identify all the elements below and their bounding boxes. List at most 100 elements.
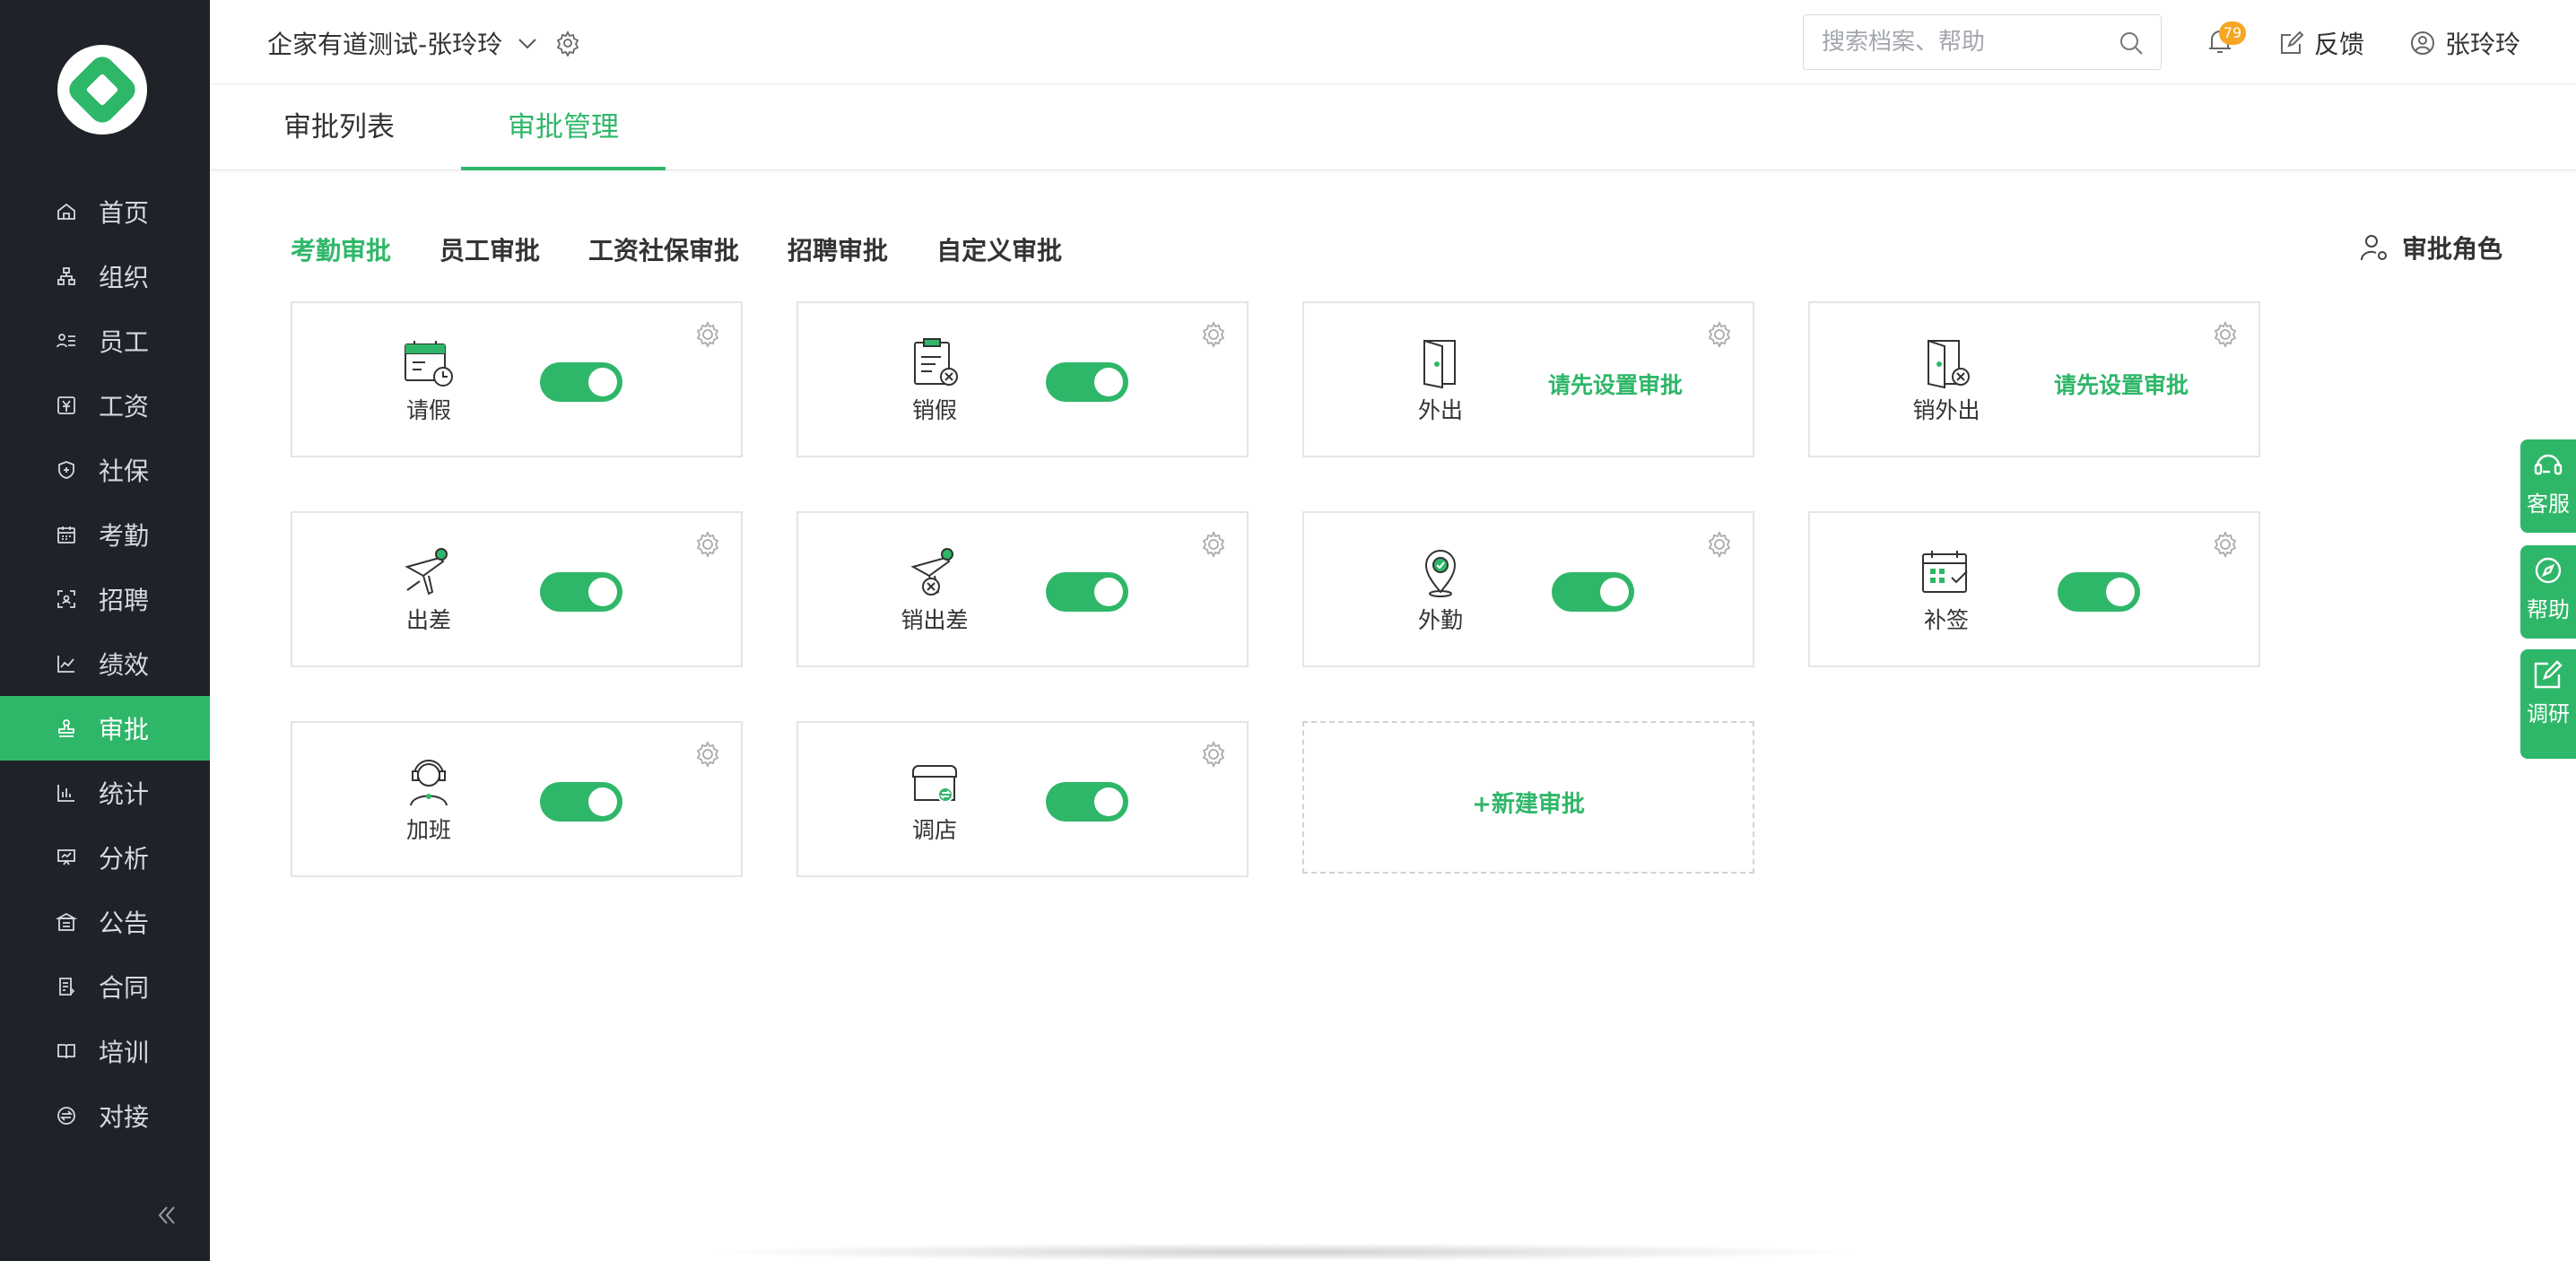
user-name: 张玲玲 bbox=[2445, 30, 2521, 59]
subtab-recruit[interactable]: 招聘审批 bbox=[788, 231, 888, 267]
approval-card-leave: 请假 bbox=[291, 301, 743, 457]
sidebar-item-org[interactable]: 组织 bbox=[0, 244, 210, 309]
door-out-icon bbox=[1414, 335, 1467, 389]
sidebar-item-label: 对接 bbox=[99, 1102, 150, 1132]
approval-category-tabs: 考勤审批 员工审批 工资社保审批 招聘审批 自定义审批 bbox=[291, 231, 1110, 267]
collapse-sidebar-icon[interactable] bbox=[151, 1200, 181, 1231]
new-approval-button[interactable]: +新建审批 bbox=[1302, 721, 1754, 874]
approval-card-label: 销假 bbox=[911, 397, 957, 423]
help-button[interactable]: 帮助 bbox=[2520, 545, 2576, 639]
stamp-icon bbox=[56, 717, 77, 739]
chevron-down-icon[interactable] bbox=[515, 30, 540, 56]
sidebar-item-employee[interactable]: 员工 bbox=[0, 309, 210, 373]
customer-service-button[interactable]: 客服 bbox=[2520, 439, 2576, 533]
user-icon bbox=[2411, 31, 2434, 55]
subtab-salary-social[interactable]: 工资社保审批 bbox=[588, 231, 739, 267]
approval-card-cancel-leave: 销假 bbox=[796, 301, 1249, 457]
survey-button[interactable]: 调研 bbox=[2520, 649, 2576, 759]
approval-card-label: 补签 bbox=[1923, 607, 1969, 633]
sidebar: 首页 组织 员工 工资 社保 考勤 招聘 绩效 审批 统计 分析 公告 合同 培… bbox=[0, 0, 210, 1261]
approval-card-cancel-out: 销外出 请先设置审批 bbox=[1808, 301, 2260, 457]
page-tabs: 审批列表 审批管理 bbox=[210, 84, 2576, 170]
field-work-toggle-switch[interactable] bbox=[1552, 572, 1634, 612]
feedback-button[interactable]: 反馈 bbox=[2278, 25, 2364, 61]
approval-card-label: 调店 bbox=[911, 817, 957, 843]
sidebar-item-shop[interactable]: 商城 bbox=[0, 1148, 210, 1166]
card-settings-gear-icon[interactable] bbox=[1704, 319, 1735, 350]
approval-card-label: 销出差 bbox=[901, 607, 969, 633]
sidebar-item-label: 员工 bbox=[99, 327, 150, 357]
sidebar-item-performance[interactable]: 绩效 bbox=[0, 631, 210, 696]
approval-roles-button[interactable]: 审批角色 bbox=[2359, 230, 2502, 265]
calendar-icon bbox=[56, 524, 77, 545]
store-transfer-icon bbox=[908, 755, 962, 809]
sidebar-item-approval[interactable]: 审批 bbox=[0, 696, 210, 761]
search-box[interactable] bbox=[1803, 14, 2162, 70]
exchange-icon bbox=[56, 1105, 77, 1126]
approval-card-label: 外出 bbox=[1417, 397, 1463, 423]
sidebar-item-recruit[interactable]: 招聘 bbox=[0, 567, 210, 631]
sidebar-item-attendance[interactable]: 考勤 bbox=[0, 502, 210, 567]
transfer-store-toggle-switch[interactable] bbox=[1046, 782, 1128, 822]
subtab-employee[interactable]: 员工审批 bbox=[439, 231, 540, 267]
company-settings-gear-icon[interactable] bbox=[554, 30, 581, 58]
sidebar-item-statistics[interactable]: 统计 bbox=[0, 761, 210, 825]
app-logo[interactable] bbox=[57, 45, 147, 135]
sidebar-item-contract[interactable]: 合同 bbox=[0, 954, 210, 1019]
tab-approval-manage[interactable]: 审批管理 bbox=[461, 84, 666, 170]
sidebar-item-social[interactable]: 社保 bbox=[0, 438, 210, 502]
card-settings-gear-icon[interactable] bbox=[2210, 529, 2241, 560]
set-approval-first-link[interactable]: 请先设置审批 bbox=[1548, 368, 1683, 400]
approval-card-label: 出差 bbox=[405, 607, 451, 633]
cancel-leave-toggle-switch[interactable] bbox=[1046, 362, 1128, 402]
sidebar-item-home[interactable]: 首页 bbox=[0, 179, 210, 244]
contract-icon bbox=[56, 976, 77, 997]
sidebar-item-salary[interactable]: 工资 bbox=[0, 373, 210, 438]
approval-roles-label: 审批角色 bbox=[2402, 234, 2503, 264]
bottom-shadow bbox=[700, 1243, 1866, 1261]
subtab-custom[interactable]: 自定义审批 bbox=[936, 231, 1062, 267]
approval-card-label: 销外出 bbox=[1912, 397, 1980, 423]
notification-badge: 79 bbox=[2219, 22, 2246, 45]
card-settings-gear-icon[interactable] bbox=[1198, 319, 1229, 350]
approval-card-label: 加班 bbox=[405, 817, 451, 843]
search-icon[interactable] bbox=[2118, 30, 2145, 57]
search-input[interactable] bbox=[1822, 29, 2109, 56]
clipboard-cancel-icon bbox=[908, 335, 962, 389]
tab-approval-list[interactable]: 审批列表 bbox=[210, 84, 468, 170]
overtime-toggle-switch[interactable] bbox=[540, 782, 622, 822]
makeup-sign-toggle-switch[interactable] bbox=[2058, 572, 2140, 612]
card-settings-gear-icon[interactable] bbox=[1198, 739, 1229, 770]
set-approval-first-link[interactable]: 请先设置审批 bbox=[2054, 368, 2189, 400]
sidebar-item-label: 招聘 bbox=[99, 586, 150, 615]
leave-toggle-switch[interactable] bbox=[540, 362, 622, 402]
sidebar-nav: 首页 组织 员工 工资 社保 考勤 招聘 绩效 审批 统计 分析 公告 合同 培… bbox=[0, 179, 210, 1166]
sidebar-item-notice[interactable]: 公告 bbox=[0, 890, 210, 954]
card-settings-gear-icon[interactable] bbox=[692, 319, 723, 350]
card-settings-gear-icon[interactable] bbox=[2210, 319, 2241, 350]
card-settings-gear-icon[interactable] bbox=[1198, 529, 1229, 560]
sidebar-item-label: 工资 bbox=[99, 392, 150, 422]
user-menu[interactable]: 张玲玲 bbox=[2409, 25, 2520, 61]
card-settings-gear-icon[interactable] bbox=[692, 739, 723, 770]
sidebar-item-training[interactable]: 培训 bbox=[0, 1019, 210, 1083]
approval-card-label: 请假 bbox=[405, 397, 451, 423]
sidebar-item-label: 商城 bbox=[99, 1162, 149, 1166]
company-name: 企家有道测试-张玲玲 bbox=[267, 30, 503, 59]
sidebar-item-analysis[interactable]: 分析 bbox=[0, 825, 210, 890]
company-switcher[interactable]: 企家有道测试-张玲玲 bbox=[267, 25, 581, 61]
approval-card-transfer-store: 调店 bbox=[796, 721, 1249, 877]
approval-card-label: 外勤 bbox=[1417, 607, 1463, 633]
approval-card-business-trip: 出差 bbox=[291, 511, 743, 667]
subtab-attendance[interactable]: 考勤审批 bbox=[291, 231, 391, 267]
business-trip-toggle-switch[interactable] bbox=[540, 572, 622, 612]
employee-icon bbox=[56, 330, 77, 352]
bar-chart-icon bbox=[56, 782, 77, 804]
sidebar-item-label: 社保 bbox=[99, 457, 150, 486]
card-settings-gear-icon[interactable] bbox=[692, 529, 723, 560]
cancel-trip-toggle-switch[interactable] bbox=[1046, 572, 1128, 612]
card-settings-gear-icon[interactable] bbox=[1704, 529, 1735, 560]
sidebar-item-integration[interactable]: 对接 bbox=[0, 1083, 210, 1148]
door-cancel-icon bbox=[1919, 335, 1973, 389]
approval-card-makeup-sign: 补签 bbox=[1808, 511, 2260, 667]
